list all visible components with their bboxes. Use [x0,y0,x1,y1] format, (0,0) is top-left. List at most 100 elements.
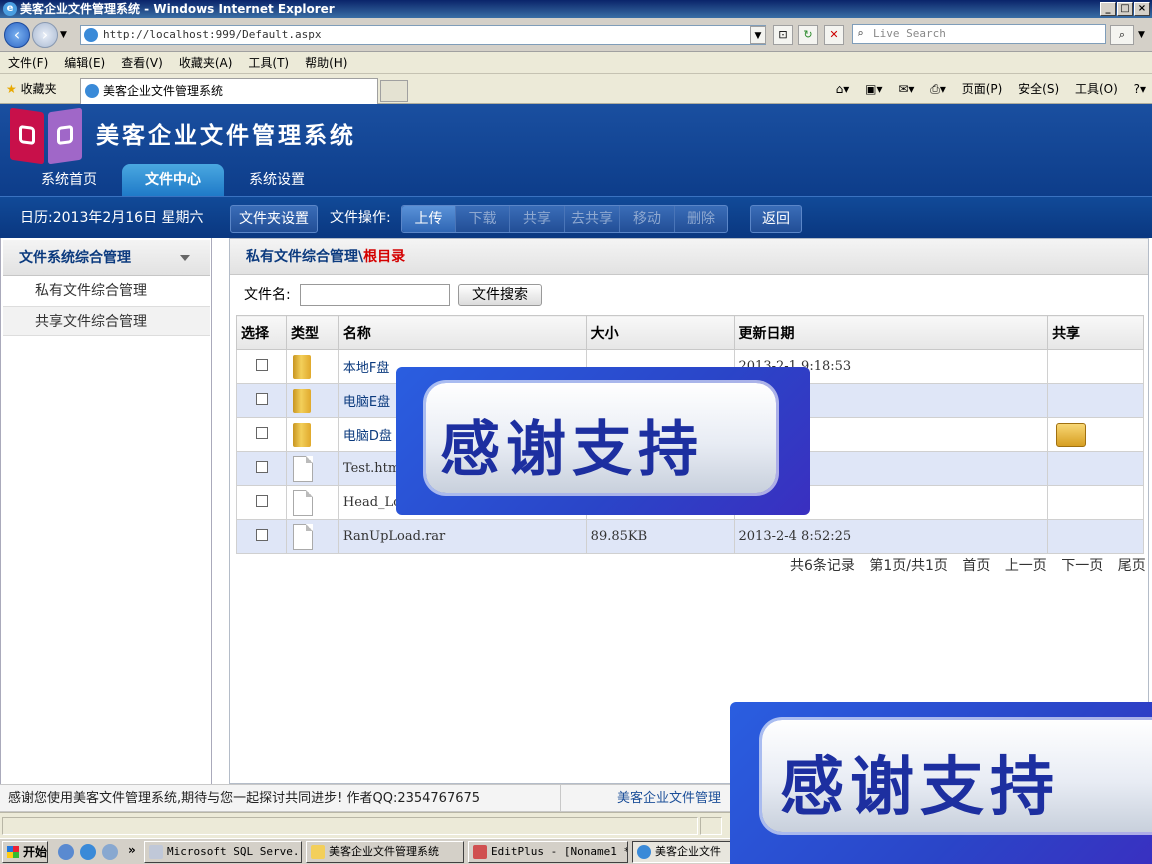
file-date: 2013-2-4 8:52:25 [733,519,1049,554]
pager-next[interactable]: 下一页 [1061,558,1103,574]
compat-view-icon[interactable]: ⊡ [773,25,793,45]
pager-prev[interactable]: 上一页 [1005,558,1047,574]
favorites-button[interactable]: ★ 收藏夹 [6,80,57,97]
search-small-icon: ⌕ [857,27,864,40]
help-icon[interactable]: ?▾ [1134,82,1146,96]
folder-icon [292,354,311,379]
mail-icon[interactable]: ✉▾ [898,82,914,96]
row-checkbox[interactable] [256,358,268,371]
tab-page-icon [85,84,99,98]
share-cell [1047,383,1144,418]
download-button[interactable]: 下载 [456,206,510,232]
shared-folder-icon [1056,422,1087,447]
feeds-icon[interactable]: ▣▾ [865,82,882,96]
taskbar-item-ie[interactable]: 美客企业文件 [632,841,732,863]
quicklaunch-icon[interactable] [58,844,74,860]
menu-edit[interactable]: 编辑(E) [56,52,113,74]
restore-button[interactable]: □ [1117,2,1133,16]
row-checkbox[interactable] [256,528,268,541]
share-button[interactable]: 共享 [510,206,565,232]
back-nav-button[interactable]: ‹ [4,22,30,48]
menu-help[interactable]: 帮助(H) [297,52,355,74]
file-name-link[interactable]: RanUpLoad.rar [337,519,587,554]
history-dropdown-icon[interactable]: ▼ [60,30,67,40]
stop-icon[interactable]: ✕ [824,25,844,45]
menu-tools[interactable]: 工具(T) [240,52,297,74]
pager: 共6条记录 第1页/共1页 首页 上一页 下一页 尾页 [790,555,1152,575]
start-button[interactable]: 开始 [2,841,48,863]
sidebar-item-private[interactable]: 私有文件综合管理 [3,276,210,306]
unshare-button[interactable]: 去共享 [565,206,620,232]
thanks-banner-2: 感谢支持 [730,702,1152,864]
menu-view[interactable]: 查看(V) [113,52,171,74]
taskbar-item-label: 美客企业文件 [655,845,721,858]
folder-settings-button[interactable]: 文件夹设置 [230,205,318,233]
browser-tab[interactable]: 美客企业文件管理系统 [80,78,378,104]
sidebar-item-shared[interactable]: 共享文件综合管理 [3,306,210,336]
file-icon [292,523,313,550]
share-cell [1047,485,1144,520]
page-menu[interactable]: 页面(P) [962,82,1003,96]
move-button[interactable]: 移动 [620,206,675,232]
explorer-quicklaunch-icon[interactable] [102,844,118,860]
menu-file[interactable]: 文件(F) [0,52,56,74]
pager-total: 共6条记录 [790,558,855,574]
app-header: 美客企业文件管理系统 系统首页 文件中心 系统设置 [0,104,1152,196]
address-input[interactable]: http://localhost:999/Default.aspx [80,25,766,45]
taskbar-item-sql[interactable]: Microsoft SQL Serve... [144,841,302,863]
taskbar-item-label: Microsoft SQL Serve... [167,845,302,858]
file-search-button[interactable]: 文件搜索 [458,284,542,306]
refresh-icon[interactable]: ↻ [798,25,818,45]
taskbar-item-folder[interactable]: 美客企业文件管理系统 [306,841,464,863]
file-size: 89.85KB [585,519,735,554]
upload-button[interactable]: 上传 [402,206,456,232]
sidebar-header[interactable]: 文件系统综合管理 [3,240,210,276]
row-checkbox[interactable] [256,392,268,405]
breadcrumb: 私有文件综合管理\根目录 [230,239,1148,275]
taskbar-item-editplus[interactable]: EditPlus - [Noname1 *] [468,841,628,863]
collapse-caret-icon[interactable] [180,255,190,261]
close-window-button[interactable]: × [1134,2,1150,16]
window-title: 美客企业文件管理系统 - Windows Internet Explorer [20,2,335,16]
more-chevron-icon[interactable]: » [128,843,136,857]
file-ops-label: 文件操作: [330,210,391,226]
breadcrumb-path[interactable]: 私有文件综合管理 [246,249,358,265]
delete-button[interactable]: 删除 [675,206,727,232]
search-go-icon[interactable]: ⌕ [1110,25,1134,45]
ie-quicklaunch-icon[interactable] [80,844,96,860]
editplus-icon [473,845,487,859]
address-dropdown-icon[interactable]: ▼ [750,26,766,44]
thanks-banner: 感谢支持 [396,367,810,515]
tab-file-center[interactable]: 文件中心 [122,164,224,196]
logo-icon-2 [48,107,82,165]
live-search-input[interactable]: Live Search ⌕ [852,24,1106,44]
print-icon[interactable]: ⎙▾ [930,82,946,96]
taskbar-item-label: 美客企业文件管理系统 [329,845,439,858]
row-checkbox[interactable] [256,460,268,473]
command-bar: ⌂▾ ▣▾ ✉▾ ⎙▾ 页面(P) 安全(S) 工具(O) ?▾ [824,80,1146,97]
back-button[interactable]: 返回 [750,205,802,233]
logo-icon [10,107,44,165]
star-icon: ★ [6,82,17,96]
tools-menu[interactable]: 工具(O) [1075,82,1118,96]
minimize-button[interactable]: _ [1100,2,1116,16]
calendar-text: 日历:2013年2月16日 星期六 [20,210,204,226]
row-checkbox[interactable] [256,494,268,507]
tab-home[interactable]: 系统首页 [20,164,118,196]
forward-nav-button[interactable]: › [32,22,58,48]
footer-brand: 美客企业文件管理 [560,785,721,813]
ie-icon: e [3,2,17,16]
menu-favorites[interactable]: 收藏夹(A) [171,52,241,74]
filename-input[interactable] [300,284,450,306]
menu-bar: 文件(F) 编辑(E) 查看(V) 收藏夹(A) 工具(T) 帮助(H) [0,52,1152,74]
search-options-icon[interactable]: ▼ [1138,30,1145,40]
pager-last[interactable]: 尾页 [1118,558,1146,574]
home-icon[interactable]: ⌂▾ [836,82,850,96]
folder-icon [292,422,311,447]
pager-first[interactable]: 首页 [962,558,990,574]
tab-settings[interactable]: 系统设置 [228,164,326,196]
row-checkbox[interactable] [256,426,268,439]
breadcrumb-current: 根目录 [363,249,406,265]
safety-menu[interactable]: 安全(S) [1018,82,1059,96]
new-tab-button[interactable] [380,80,408,102]
